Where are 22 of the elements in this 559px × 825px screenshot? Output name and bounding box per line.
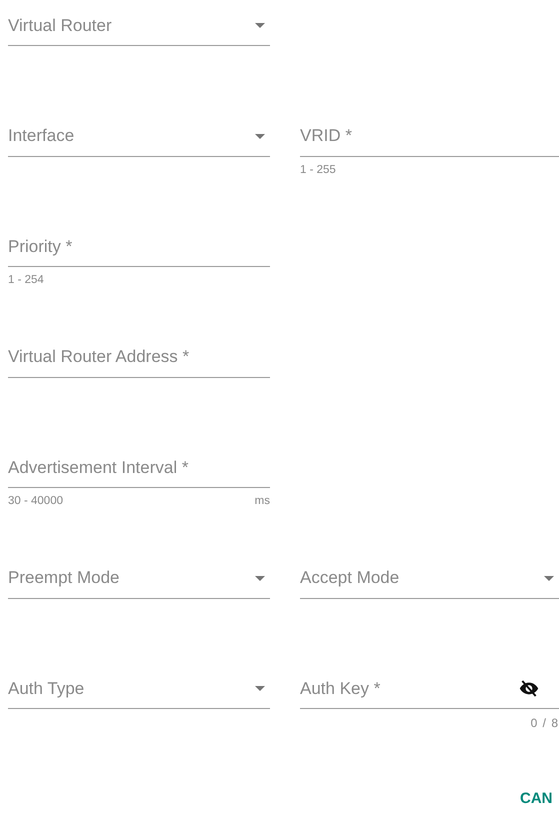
input-field[interactable]: Virtual Router Address *	[8, 340, 270, 378]
caret-icon	[544, 576, 554, 580]
input-field[interactable]: Auth Key *	[300, 671, 559, 709]
dropdown-field[interactable]: Auth Type	[8, 671, 270, 709]
caret-icon	[255, 686, 265, 691]
input-field[interactable]: Advertisement Interval *	[8, 450, 270, 488]
caret-icon	[255, 134, 265, 138]
unit-text: ms	[254, 495, 270, 507]
eye-slash-icon[interactable]	[519, 680, 539, 697]
input-field[interactable]: VRID *	[300, 118, 559, 156]
dropdown-field[interactable]: Virtual Router	[8, 8, 270, 46]
hint-text: 1 - 254	[8, 274, 44, 286]
hint-text: 1 - 255	[300, 164, 336, 176]
character-counter: 0 / 8	[530, 716, 559, 730]
dropdown-field[interactable]: Accept Mode	[300, 560, 559, 598]
dropdown-field[interactable]: Preempt Mode	[8, 560, 270, 598]
hint-text: 30 - 40000	[8, 495, 63, 507]
caret-icon	[255, 576, 265, 580]
dropdown-field[interactable]: Interface	[8, 118, 270, 156]
input-field[interactable]: Priority *	[8, 229, 270, 267]
caret-icon	[255, 23, 265, 28]
cancel-button[interactable]: CAN	[520, 788, 552, 809]
